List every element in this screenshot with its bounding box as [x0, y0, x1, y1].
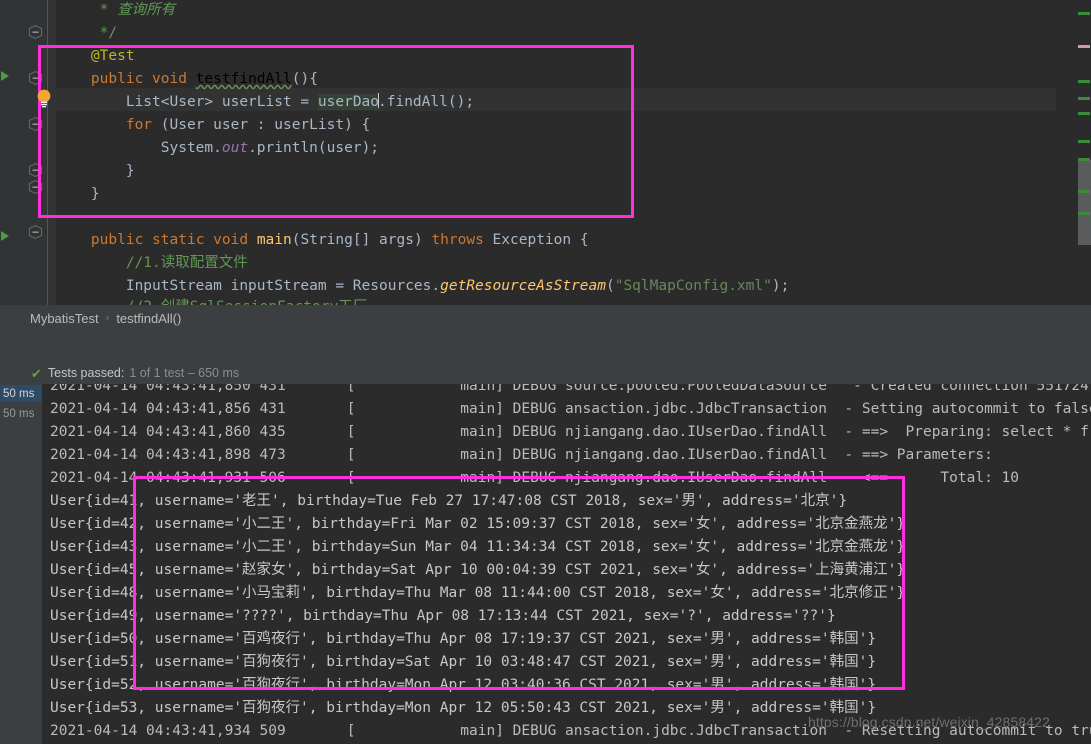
- editor-scrollbar-thumb[interactable]: [1078, 160, 1091, 245]
- test-passed-check-icon: ✔: [31, 365, 42, 381]
- test-tree-panel[interactable]: 50 ms 50 ms: [0, 384, 42, 744]
- code-line: InputStream inputStream = Resources.getR…: [56, 275, 790, 298]
- error-stripe-mark[interactable]: [1078, 80, 1090, 83]
- code-line: //2.创建SqlSessionFactory工厂: [56, 296, 367, 305]
- code-token: *: [56, 2, 118, 18]
- code-token: "SqlMapConfig.xml": [614, 278, 772, 294]
- error-stripe-mark[interactable]: [1078, 158, 1090, 161]
- ide-window: * 查询所有 */ @Test public void testfindAll(…: [0, 0, 1091, 744]
- code-line: */: [56, 22, 117, 45]
- run-main-gutter-icon[interactable]: [0, 230, 10, 242]
- code-token: getResourceAsStream: [440, 278, 606, 294]
- console-line: 2021-04-14 04:43:41,898 473 [ main] DEBU…: [50, 447, 993, 463]
- test-status-bar: ✔ Tests passed: 1 of 1 test – 650 ms: [0, 362, 1091, 384]
- editor-left-strip: [0, 0, 12, 305]
- code-token: public: [90, 232, 144, 248]
- error-stripe[interactable]: [1077, 0, 1091, 305]
- test-tree-row[interactable]: 50 ms: [0, 405, 42, 422]
- code-token: InputStream inputStream = Resources.: [56, 278, 441, 294]
- fold-collapse-icon[interactable]: [28, 225, 43, 239]
- error-stripe-mark[interactable]: [1078, 140, 1090, 143]
- code-token: (: [605, 278, 615, 294]
- panel-splitter[interactable]: [0, 331, 1091, 362]
- test-status-detail: 1 of 1 test – 650 ms: [129, 366, 240, 380]
- breadcrumb[interactable]: MybatisTest › testfindAll(): [0, 305, 1091, 331]
- annotation-rect-editor: [38, 45, 634, 218]
- code-token: static: [152, 232, 205, 248]
- code-token: */: [56, 25, 118, 41]
- fold-collapse-icon[interactable]: [28, 25, 43, 39]
- code-token: );: [771, 278, 790, 294]
- test-status-label: Tests passed:: [47, 366, 125, 380]
- breadcrumb-class[interactable]: MybatisTest: [30, 311, 99, 326]
- code-editor[interactable]: * 查询所有 */ @Test public void testfindAll(…: [0, 0, 1091, 305]
- console-line: User{id=53, username='百狗夜行', birthday=Mo…: [50, 700, 877, 716]
- error-stripe-mark[interactable]: [1078, 190, 1090, 193]
- code-token: 查询所有: [117, 2, 176, 18]
- code-token: Exception {: [483, 232, 589, 248]
- breadcrumb-separator-icon: ›: [105, 312, 110, 324]
- console-line: 2021-04-14 04:43:41,860 435 [ main] DEBU…: [50, 424, 1091, 440]
- error-stripe-mark[interactable]: [1078, 112, 1090, 115]
- code-line: * 查询所有: [56, 0, 175, 22]
- code-token: throws: [431, 232, 484, 248]
- console-line: 2021-04-14 04:43:41,856 431 [ main] DEBU…: [50, 401, 1091, 417]
- code-token: void: [213, 232, 249, 248]
- console-line: 2021-04-14 04:43:41,850 431 [ main] DEBU…: [50, 384, 1091, 394]
- code-token: (String[] args): [291, 232, 432, 248]
- error-stripe-mark[interactable]: [1078, 12, 1090, 15]
- intention-bulb-icon[interactable]: [36, 88, 52, 108]
- error-stripe-mark[interactable]: [1078, 45, 1090, 48]
- code-line: public static void main(String[] args) t…: [56, 229, 589, 252]
- code-token: //1.读取配置文件: [125, 255, 248, 271]
- code-line: //1.读取配置文件: [56, 252, 248, 275]
- breadcrumb-method[interactable]: testfindAll(): [116, 311, 181, 326]
- test-tree-row[interactable]: 50 ms: [0, 385, 42, 402]
- run-test-gutter-icon[interactable]: [0, 70, 10, 82]
- code-token: main: [256, 232, 292, 248]
- error-stripe-mark[interactable]: [1078, 97, 1090, 100]
- error-stripe-mark[interactable]: [1078, 212, 1090, 215]
- annotation-rect-console: [133, 476, 905, 690]
- watermark: https://blog.csdn.net/weixin_42858422: [808, 714, 1050, 730]
